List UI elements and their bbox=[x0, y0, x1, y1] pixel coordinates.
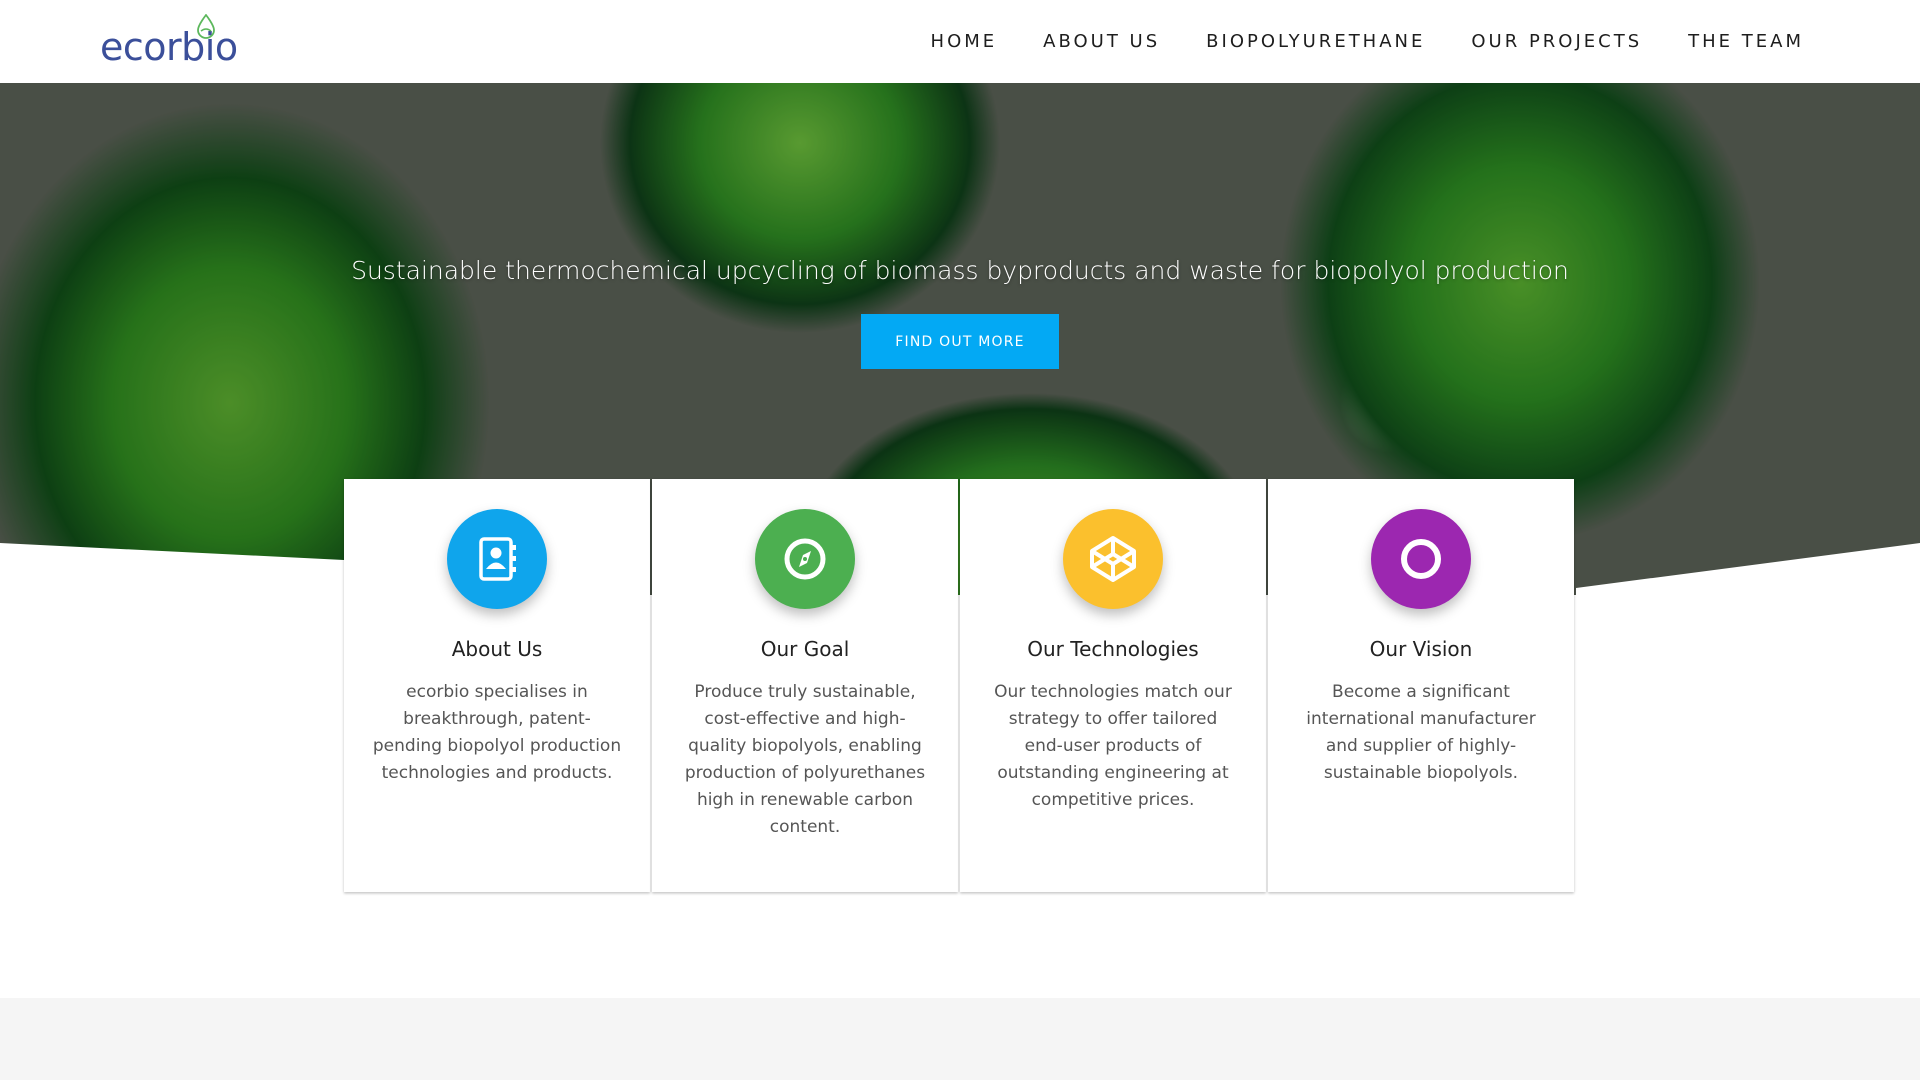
card-title: Our Goal bbox=[760, 637, 850, 661]
card-title: About Us bbox=[451, 637, 543, 661]
card-text: Produce truly sustainable, cost-effectiv… bbox=[684, 682, 926, 837]
card-text: ecorbio specialises in breakthrough, pat… bbox=[372, 682, 622, 783]
circle-icon bbox=[1371, 509, 1471, 609]
feature-cards: About Us ecorbio specialises in breakthr… bbox=[344, 479, 1574, 892]
card-text: Become a significant international manuf… bbox=[1306, 682, 1536, 783]
compass-icon bbox=[755, 509, 855, 609]
logo[interactable]: ecorbio bbox=[100, 14, 240, 70]
water-drop-icon bbox=[197, 14, 215, 39]
card-our-technologies: Our Technologies Our technologies match … bbox=[960, 479, 1266, 892]
main-nav: HOME ABOUT US BIOPOLYURETHANE OUR PROJEC… bbox=[931, 0, 1804, 83]
card-text: Our technologies match our strategy to o… bbox=[994, 682, 1232, 810]
contact-book-icon bbox=[447, 509, 547, 609]
nav-item-the-team[interactable]: THE TEAM bbox=[1688, 31, 1804, 52]
nav-item-about-us[interactable]: ABOUT US bbox=[1043, 31, 1160, 52]
hero-tagline: Sustainable thermochemical upcycling of … bbox=[351, 256, 1569, 285]
card-our-vision: Our Vision Become a significant internat… bbox=[1268, 479, 1574, 892]
card-title: Our Vision bbox=[1369, 637, 1473, 661]
codepen-icon bbox=[1063, 509, 1163, 609]
nav-item-our-projects[interactable]: OUR PROJECTS bbox=[1471, 31, 1642, 52]
logo-text: ecorbio bbox=[100, 25, 238, 69]
site-header: ecorbio HOME ABOUT US BIOPOLYURETHANE OU… bbox=[0, 0, 1920, 83]
card-our-goal: Our Goal Produce truly sustainable, cost… bbox=[652, 479, 958, 892]
find-out-more-button[interactable]: FIND OUT MORE bbox=[861, 314, 1059, 369]
card-about-us: About Us ecorbio specialises in breakthr… bbox=[344, 479, 650, 892]
nav-item-home[interactable]: HOME bbox=[931, 31, 998, 52]
card-title: Our Technologies bbox=[1027, 637, 1199, 661]
nav-item-biopolyurethane[interactable]: BIOPOLYURETHANE bbox=[1206, 31, 1425, 52]
next-section-band bbox=[0, 998, 1920, 1080]
